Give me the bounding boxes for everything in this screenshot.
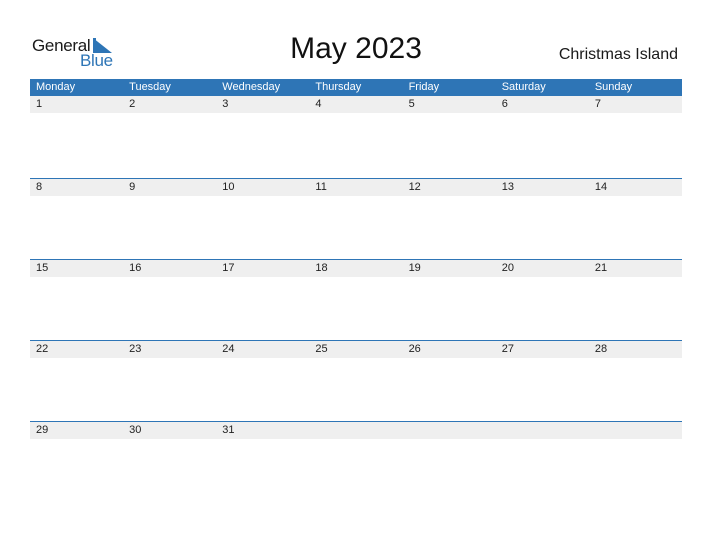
day-cell: 3 (222, 98, 229, 110)
day-cell: 28 (594, 343, 608, 355)
day-cell-empty (496, 422, 589, 439)
day-cell: 25 (315, 343, 328, 355)
day-cell: 17 (222, 262, 235, 274)
day-cell: 2 (129, 98, 136, 110)
calendar-grid: Monday Tuesday Wednesday Thursday Friday… (30, 79, 682, 502)
day-cell-empty (309, 422, 402, 439)
day-cell: 4 (315, 98, 322, 110)
day-cell: 14 (594, 181, 608, 193)
day-cell: 9 (129, 181, 136, 193)
week-row: 8 9 10 11 12 13 14 (30, 178, 682, 259)
day-cell: 1 (36, 98, 43, 110)
day-cell: 16 (129, 262, 142, 274)
day-cell: 29 (36, 424, 49, 436)
day-cell: 31 (222, 424, 235, 436)
day-cell-empty (403, 422, 496, 439)
week-row: 15 16 17 18 19 20 21 (30, 259, 682, 340)
weekday-sunday: Sunday (594, 81, 633, 93)
day-cell: 15 (36, 262, 49, 274)
day-cell: 24 (222, 343, 235, 355)
day-cell: 10 (222, 181, 235, 193)
day-cell: 18 (315, 262, 328, 274)
day-cell: 13 (501, 181, 514, 193)
weekday-thursday: Thursday (315, 81, 362, 93)
day-cell: 12 (408, 181, 421, 193)
weekday-header: Monday Tuesday Wednesday Thursday Friday… (30, 79, 682, 96)
weekday-wednesday: Wednesday (222, 81, 281, 93)
week-row: 22 23 24 25 26 27 28 (30, 340, 682, 421)
week-row: 1 2 3 4 5 6 7 (30, 96, 682, 178)
weekday-monday: Monday (36, 81, 76, 93)
day-cell: 27 (501, 343, 514, 355)
weekday-saturday: Saturday (501, 81, 546, 93)
week-row: 29 30 31 (30, 421, 682, 502)
day-cell: 7 (594, 98, 601, 110)
day-cell: 5 (408, 98, 415, 110)
day-cell-empty (589, 422, 682, 439)
day-cell: 19 (408, 262, 421, 274)
day-cell: 11 (315, 181, 327, 193)
region-label: Christmas Island (558, 46, 678, 63)
day-cell: 20 (501, 262, 514, 274)
weekday-friday: Friday (408, 81, 440, 93)
day-cell: 30 (129, 424, 142, 436)
day-cell: 21 (594, 262, 608, 274)
day-cell: 6 (501, 98, 508, 110)
day-cell: 8 (36, 181, 43, 193)
weekday-tuesday: Tuesday (129, 81, 171, 93)
day-cell: 26 (408, 343, 421, 355)
day-cell: 23 (129, 343, 142, 355)
day-cell: 22 (36, 343, 49, 355)
